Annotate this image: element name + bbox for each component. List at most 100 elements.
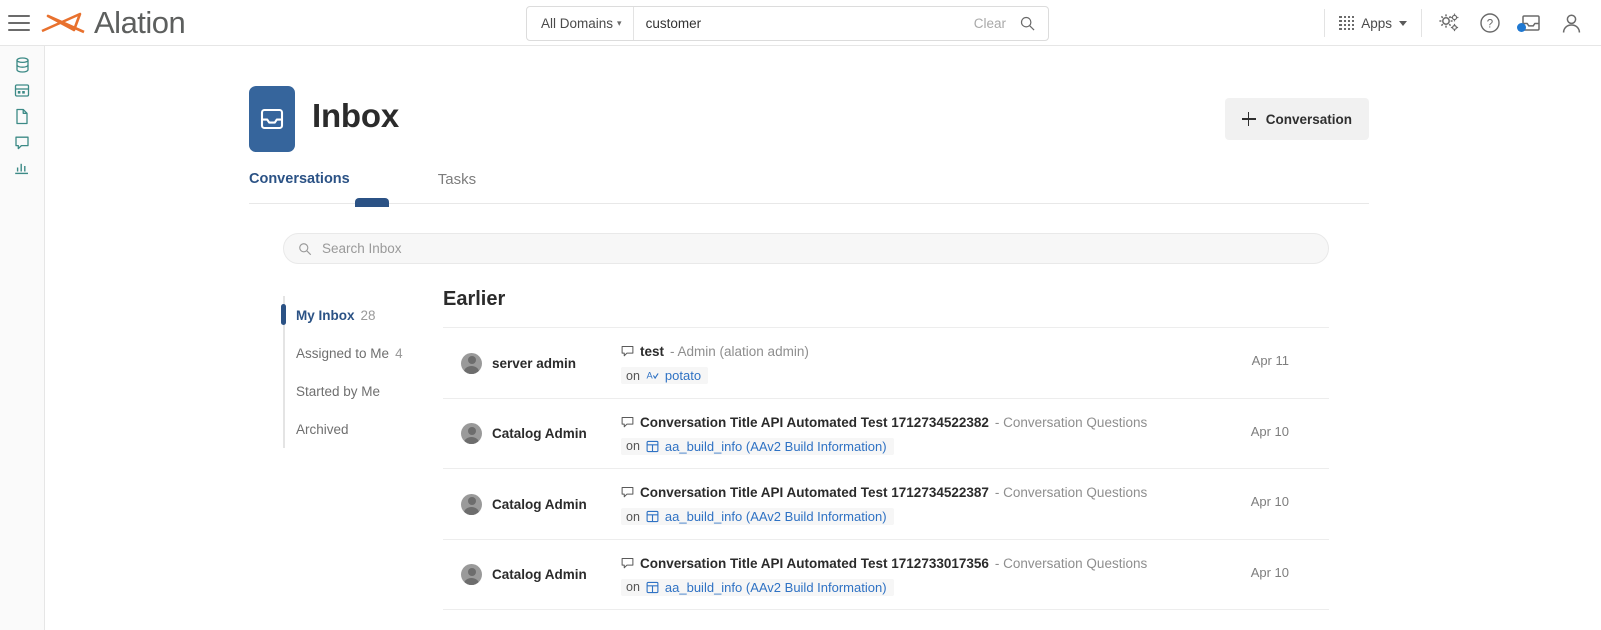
object-link[interactable]: aa_build_info (AAv2 Build Information) (665, 439, 887, 454)
object-link[interactable]: aa_build_info (AAv2 Build Information) (665, 509, 887, 524)
row-title-line: Conversation Title API Automated Test 17… (621, 556, 1209, 571)
filter-my-inbox-count: 28 (360, 307, 376, 323)
table-row[interactable]: Catalog Admin Conversation Title API Aut… (443, 399, 1329, 470)
filter-my-inbox[interactable]: My Inbox 28 (281, 296, 443, 334)
conversation-context: - Conversation Questions (994, 485, 1148, 500)
search-icon[interactable] (1012, 16, 1048, 31)
page-header: Inbox Conversation (249, 86, 1369, 152)
gear-icon (1439, 13, 1459, 32)
row-date: Apr 10 (1250, 494, 1289, 509)
row-object-line: on aa_build_info (AAv2 Build Information… (621, 437, 894, 455)
alation-mark-icon (41, 12, 85, 33)
conversation-title[interactable]: Conversation Title API Automated Test 17… (640, 415, 989, 430)
filter-assigned-to-me[interactable]: Assigned to Me 4 (285, 334, 443, 372)
profile-button[interactable] (1551, 12, 1601, 35)
filter-assigned-to-me-count: 4 (395, 345, 403, 361)
chart-icon (15, 163, 28, 175)
tab-conversations[interactable]: Conversations (249, 162, 350, 187)
settings-button[interactable] (1428, 12, 1470, 34)
global-search: All Domains ▾ Clear (526, 6, 1049, 41)
on-label: on (626, 439, 640, 453)
left-rail (0, 46, 45, 630)
tab-tasks-label: Tasks (437, 171, 477, 188)
conversation-icon (621, 416, 634, 427)
on-label: on (626, 580, 640, 594)
row-body: Conversation Title API Automated Test 17… (621, 399, 1209, 456)
grid-icon (1339, 15, 1355, 31)
filter-archived[interactable]: Archived (285, 410, 443, 448)
row-date: Apr 10 (1250, 423, 1289, 439)
article-icon: A (646, 370, 659, 380)
row-object-line: on aa_build_info (AAv2 Build Information… (621, 508, 894, 525)
rail-item-articles[interactable] (8, 108, 36, 125)
avatar (461, 564, 482, 586)
table-row[interactable]: server admin test - Admin (alation admin… (443, 328, 1329, 399)
filter-started-by-me[interactable]: Started by Me (285, 372, 443, 410)
filter-assigned-to-me-label: Assigned to Me (296, 345, 390, 361)
help-button[interactable]: ? (1470, 12, 1510, 34)
chevron-down-icon (1399, 20, 1407, 26)
conversation-title[interactable]: Conversation Title API Automated Test 17… (640, 485, 989, 500)
section-heading: Earlier (443, 288, 506, 310)
rail-item-conversations[interactable] (8, 134, 36, 151)
row-date: Apr 10 (1250, 564, 1289, 580)
domain-selector-label: All Domains (541, 16, 614, 31)
inbox-search-field[interactable] (283, 233, 1329, 264)
notifications-inbox-button[interactable] (1510, 12, 1551, 34)
inbox-search-input[interactable] (320, 234, 1314, 263)
row-object-line: on aa_build_info (AAv2 Build Information… (621, 578, 894, 596)
table-row[interactable]: Catalog Admin Conversation Title API Aut… (443, 469, 1329, 540)
object-link[interactable]: aa_build_info (AAv2 Build Information) (665, 580, 887, 595)
clear-search-button[interactable]: Clear (968, 16, 1012, 31)
new-conversation-label: Conversation (1265, 111, 1352, 127)
row-author: Catalog Admin (443, 399, 621, 470)
row-object-line: on A potato (621, 367, 709, 384)
top-header: Alation All Domains ▾ Clear Apps (0, 0, 1601, 46)
row-title-line: test - Admin (alation admin) (621, 344, 1209, 359)
row-author: Catalog Admin (443, 540, 621, 611)
row-author: Catalog Admin (443, 469, 621, 540)
document-icon (16, 108, 28, 125)
rail-item-tables[interactable] (8, 82, 36, 99)
svg-text:?: ? (1487, 19, 1493, 31)
user-avatar-icon (1562, 13, 1581, 33)
magnifier-glyph (1020, 16, 1035, 31)
brand-logo[interactable]: Alation (40, 5, 186, 41)
conversation-title[interactable]: test (640, 344, 664, 359)
tab-conversations-label: Conversations (249, 171, 350, 187)
conversation-title[interactable]: Conversation Title API Automated Test 17… (640, 556, 989, 571)
notification-badge (1517, 23, 1526, 32)
rail-item-analytics[interactable] (8, 160, 36, 177)
row-title-line: Conversation Title API Automated Test 17… (621, 485, 1209, 500)
tab-bar: Conversations Tasks (249, 162, 1369, 207)
inbox-tray-icon (260, 108, 284, 130)
apps-menu-button[interactable]: Apps (1331, 16, 1415, 31)
rail-item-sources[interactable] (8, 56, 36, 73)
domain-selector[interactable]: All Domains ▾ (527, 7, 634, 40)
new-conversation-button[interactable]: Conversation (1224, 98, 1369, 140)
table-icon (646, 440, 659, 452)
search-input[interactable] (633, 7, 968, 40)
chevron-down-icon: ▾ (617, 18, 622, 28)
row-title-line: Conversation Title API Automated Test 17… (621, 415, 1209, 430)
question-circle-icon: ? (1480, 13, 1500, 33)
table-row[interactable]: Catalog Admin Conversation Title API Aut… (443, 540, 1329, 611)
table-icon (646, 581, 659, 593)
conversation-icon (621, 557, 634, 568)
conversation-context: - Conversation Questions (994, 414, 1148, 430)
author-name: Catalog Admin (492, 426, 587, 442)
search-icon (299, 242, 312, 255)
object-link[interactable]: potato (665, 368, 701, 383)
conversation-context: - Conversation Questions (994, 555, 1148, 571)
tab-tasks[interactable]: Tasks (438, 162, 476, 188)
main-content: Inbox Conversation Conversations Tasks M… (45, 46, 1601, 630)
avatar (461, 493, 482, 515)
author-name: Catalog Admin (492, 496, 587, 512)
row-date: Apr 11 (1251, 353, 1289, 368)
conversation-icon (15, 136, 29, 149)
hamburger-icon[interactable] (8, 14, 30, 31)
page-title: Inbox (312, 97, 399, 134)
author-name: Catalog Admin (492, 567, 587, 583)
active-filter-indicator (281, 304, 286, 325)
row-body: Conversation Title API Automated Test 17… (621, 469, 1209, 526)
